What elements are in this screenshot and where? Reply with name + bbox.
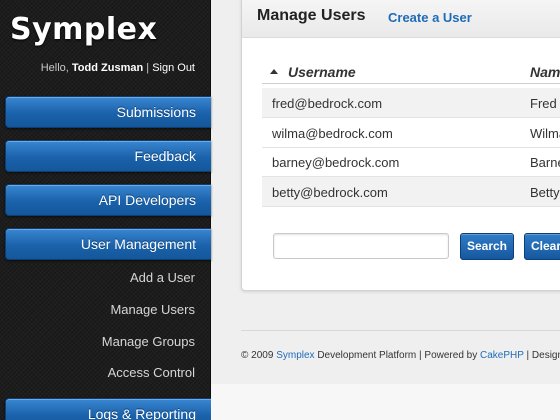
- username-link[interactable]: Todd Zusman: [72, 62, 143, 74]
- page-bottom-band: [211, 384, 560, 420]
- sidebar-item-feedback[interactable]: Feedback: [5, 140, 211, 172]
- app-logo[interactable]: Symplex: [10, 12, 157, 47]
- cell-name: Fred: [530, 96, 557, 111]
- sidebar-item-logs-reporting[interactable]: Logs & Reporting: [5, 398, 211, 420]
- clear-button[interactable]: Clear: [524, 233, 560, 260]
- cell-username: wilma@bedrock.com: [272, 126, 393, 141]
- cell-name: Betty: [530, 185, 560, 200]
- search-input[interactable]: [273, 233, 449, 259]
- column-header-username[interactable]: Username: [288, 64, 356, 80]
- table-row[interactable]: barney@bedrock.com Barney: [262, 147, 560, 177]
- footer-design-text: | Design: [526, 350, 560, 361]
- create-user-link[interactable]: Create a User: [388, 10, 472, 25]
- table-row[interactable]: wilma@bedrock.com Wilma: [262, 118, 560, 148]
- sort-ascending-icon[interactable]: [270, 69, 278, 74]
- sidebar-item-user-management[interactable]: User Management: [5, 228, 211, 260]
- sidebar-subitem-access-control[interactable]: Access Control: [108, 365, 195, 380]
- cell-username: barney@bedrock.com: [272, 155, 400, 170]
- sidebar-subitem-add-user[interactable]: Add a User: [130, 270, 195, 285]
- page-title: Manage Users: [257, 7, 366, 24]
- sidebar-subitem-manage-users[interactable]: Manage Users: [110, 302, 195, 317]
- table-row[interactable]: fred@bedrock.com Fred: [262, 88, 560, 118]
- footer: © 2009 Symplex Development Platform | Po…: [241, 350, 560, 361]
- sidebar-item-api-developers[interactable]: API Developers: [5, 184, 211, 216]
- search-button[interactable]: Search: [460, 233, 514, 260]
- sidebar-subitem-manage-groups[interactable]: Manage Groups: [102, 334, 195, 349]
- sidebar: Symplex Hello, Todd Zusman | Sign Out Su…: [0, 0, 211, 420]
- sidebar-item-submissions[interactable]: Submissions: [5, 96, 211, 128]
- footer-text: Development Platform | Powered by: [317, 350, 478, 361]
- cell-username: fred@bedrock.com: [272, 96, 383, 111]
- greeting-text: Hello,: [40, 62, 69, 74]
- footer-copyright: © 2009: [241, 350, 274, 361]
- manage-users-panel: Manage Users Create a User Username Nam …: [241, 0, 560, 291]
- panel-header: Manage Users Create a User: [242, 0, 560, 38]
- cell-name: Wilma: [530, 126, 560, 141]
- footer-divider: [241, 330, 560, 331]
- table-row[interactable]: betty@bedrock.com Betty: [262, 177, 560, 207]
- divider: |: [146, 62, 150, 74]
- sign-out-link[interactable]: Sign Out: [152, 62, 195, 74]
- table-header-divider: [262, 83, 560, 84]
- footer-symplex-link[interactable]: Symplex: [276, 350, 314, 361]
- user-status: Hello, Todd Zusman | Sign Out: [41, 62, 195, 74]
- footer-cakephp-link[interactable]: CakePHP: [480, 350, 524, 361]
- column-header-name[interactable]: Nam: [530, 64, 560, 80]
- cell-username: betty@bedrock.com: [272, 185, 388, 200]
- cell-name: Barney: [530, 155, 560, 170]
